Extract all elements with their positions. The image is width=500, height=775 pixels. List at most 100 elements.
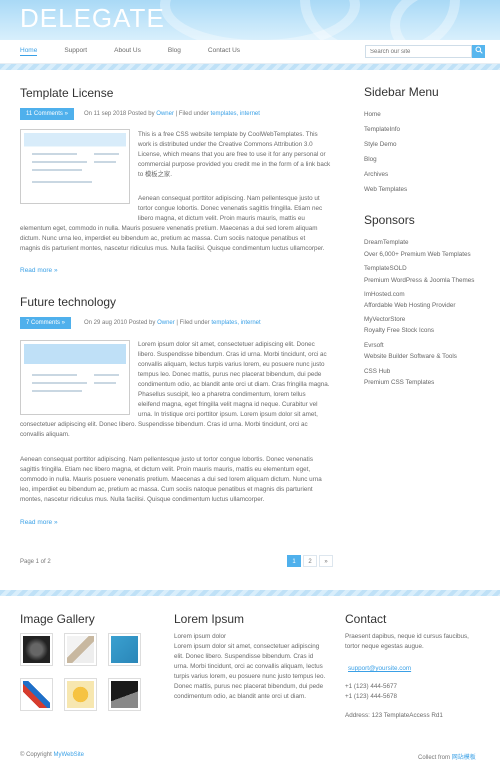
comments-button[interactable]: 7 Comments » bbox=[20, 317, 72, 329]
text-line: License, which means that you are free t… bbox=[138, 151, 326, 158]
text-line: magnis dis parturient montes, nascetur r… bbox=[20, 245, 325, 252]
phone-1: +1 (123) 444-5677 bbox=[345, 683, 397, 690]
post-intro-cont: consectetuer adipiscing elit. Donec libe… bbox=[20, 420, 360, 440]
collect-text: Collect from bbox=[418, 755, 451, 761]
post-intro: Lorem ipsum dolor sit amet, consectetuer… bbox=[138, 340, 358, 420]
sidebar-item-web-templates[interactable]: Web Templates bbox=[364, 186, 407, 193]
text-line: convallis aliquam, lectus turpis varius … bbox=[138, 361, 325, 368]
text-line: tortor neque egestas augue. bbox=[345, 643, 424, 650]
phone-2: +1 (123) 444-5678 bbox=[345, 693, 397, 700]
text-line: This is a free CSS website template by C… bbox=[138, 131, 318, 138]
gallery-image[interactable] bbox=[64, 678, 97, 711]
text-line: turpis varius lorem, eu posuere nunc jus… bbox=[174, 673, 326, 680]
post-thumbnail[interactable] bbox=[20, 129, 130, 204]
text-line: tempus leo. Donec mattis, purus nec plac… bbox=[138, 371, 322, 378]
post-body: Aenean consequat porttitor adipiscing. N… bbox=[20, 455, 360, 505]
category-links[interactable]: templates, internet bbox=[211, 111, 260, 117]
nav-about-us[interactable]: About Us bbox=[114, 47, 141, 56]
sidebar-item-style-demo[interactable]: Style Demo bbox=[364, 141, 397, 148]
sponsors-title: Sponsors bbox=[364, 213, 415, 227]
header-stripe bbox=[0, 64, 500, 70]
text-line: condimentum odio, ac blandit ante orci u… bbox=[174, 693, 306, 700]
gallery-image[interactable] bbox=[64, 633, 97, 666]
contact-title: Contact bbox=[345, 612, 387, 626]
text-line: eleifend magna, eget fringilla velit mag… bbox=[138, 401, 318, 408]
header-banner: DELEGATE bbox=[0, 0, 500, 40]
sponsor-link[interactable]: Evrsoft bbox=[364, 342, 384, 349]
filed-label: | Filed under bbox=[176, 320, 210, 326]
text-line: Phasellus suscipit, leo a pharetra condi… bbox=[138, 391, 306, 398]
sidebar-item-blog[interactable]: Blog bbox=[364, 156, 377, 163]
sponsor-link[interactable]: DreamTemplate bbox=[364, 239, 408, 246]
search-button[interactable] bbox=[472, 45, 485, 58]
sponsor-desc: Premium WordPress & Joomla Themes bbox=[364, 277, 475, 284]
email-link[interactable]: support@yoursite.com bbox=[348, 664, 411, 674]
text-line: sagittis fringilla. Etiam nec libero mag… bbox=[20, 466, 311, 473]
text-line: Donec mattis, purus nec placerat bibendu… bbox=[174, 683, 324, 690]
post-date: On 11 sep 2018 Posted by bbox=[84, 111, 155, 117]
sponsor-link[interactable]: MyVectorStore bbox=[364, 316, 405, 323]
lorem-title: Lorem Ipsum bbox=[174, 612, 245, 626]
text-line: Aenean consequat porttitor adipiscing. N… bbox=[138, 195, 320, 202]
read-more-link[interactable]: Read more » bbox=[20, 267, 58, 274]
text-line: dictum. Nunc urna leo, imperdiet eu bibe… bbox=[20, 235, 306, 242]
collect-link[interactable]: 网站模板 bbox=[452, 755, 476, 761]
copyright-link[interactable]: MyWebSite bbox=[53, 752, 84, 758]
sidebar-menu-title: Sidebar Menu bbox=[364, 85, 439, 99]
text-line: to 模板之家. bbox=[138, 171, 172, 178]
text-line: commercial purpose provided you credit m… bbox=[138, 161, 331, 168]
sponsor-link[interactable]: ImHosted.com bbox=[364, 291, 405, 298]
copyright-text: © Copyright bbox=[20, 752, 52, 758]
read-more-link[interactable]: Read more » bbox=[20, 519, 58, 526]
text-line: tortor congue lobortis. Donec venenatis … bbox=[138, 205, 323, 212]
text-line: elit. Donec libero. Suspendisse bibendum… bbox=[174, 653, 314, 660]
nav-blog[interactable]: Blog bbox=[168, 47, 181, 56]
gallery-image[interactable] bbox=[108, 678, 141, 711]
text-line: Aenean consequat porttitor adipiscing. N… bbox=[20, 456, 313, 463]
search-input[interactable] bbox=[365, 45, 472, 58]
sponsor-desc: Website Builder Software & Tools bbox=[364, 353, 457, 360]
author-link[interactable]: Owner bbox=[157, 320, 175, 326]
next-page-button[interactable]: » bbox=[319, 555, 333, 567]
contact-text: Praesent dapibus, neque id cursus faucib… bbox=[345, 632, 495, 652]
comments-button[interactable]: 11 Comments » bbox=[20, 108, 74, 120]
gallery-image[interactable] bbox=[20, 633, 53, 666]
sponsor-desc: Affordable Web Hosting Provider bbox=[364, 302, 456, 309]
sidebar-item-archives[interactable]: Archives bbox=[364, 171, 388, 178]
sponsor-desc: Royalty Free Stock Icons bbox=[364, 327, 434, 334]
post-thumbnail[interactable] bbox=[20, 340, 130, 415]
text-line: work is distributed under the Creative C… bbox=[138, 141, 313, 148]
author-link[interactable]: Owner bbox=[156, 111, 174, 117]
text-line: leo, imperdiet eu bibendum ac, pretium a… bbox=[20, 486, 313, 493]
copyright: © Copyright MyWebSite bbox=[20, 752, 84, 758]
text-line: condimentum odio, ac blandit ante orci u… bbox=[138, 381, 330, 388]
search-icon bbox=[475, 46, 483, 56]
page-2-button[interactable]: 2 bbox=[303, 555, 317, 567]
post-meta: On 29 aug 2010 Posted by Owner | Filed u… bbox=[84, 320, 261, 326]
collect-from: Collect from 网站模板 bbox=[418, 752, 476, 761]
page-1-button[interactable]: 1 bbox=[287, 555, 301, 567]
post-meta: On 11 sep 2018 Posted by Owner | Filed u… bbox=[84, 111, 260, 117]
post-intro: This is a free CSS website template by C… bbox=[138, 130, 358, 180]
sponsor-link[interactable]: TemplateSOLD bbox=[364, 265, 407, 272]
text-line: montes, nascetur ridiculus mus. Nulla fa… bbox=[20, 496, 265, 503]
post-date: On 29 aug 2010 Posted by bbox=[84, 320, 156, 326]
lorem-text: Lorem ipsum dolor Lorem ipsum dolor sit … bbox=[174, 632, 344, 702]
site-logo[interactable]: DELEGATE bbox=[20, 3, 165, 34]
text-line: libero magna, et dictum velit. Proin mau… bbox=[138, 215, 305, 222]
sidebar-item-home[interactable]: Home bbox=[364, 111, 381, 118]
post-title[interactable]: Future technology bbox=[20, 295, 116, 309]
main-nav: Home Support About Us Blog Contact Us bbox=[20, 47, 267, 56]
text-line: commodo in nulla. Mauris posuere venenat… bbox=[20, 476, 322, 483]
nav-contact-us[interactable]: Contact Us bbox=[208, 47, 240, 56]
text-line: elementum eget, commodo in nulla. Mauris… bbox=[20, 225, 318, 232]
category-links[interactable]: templates, internet bbox=[211, 320, 260, 326]
sponsor-link[interactable]: CSS Hub bbox=[364, 368, 390, 375]
sidebar-item-templateinfo[interactable]: TemplateInfo bbox=[364, 126, 400, 133]
gallery-image[interactable] bbox=[20, 678, 53, 711]
sponsor-desc: Premium CSS Templates bbox=[364, 379, 435, 386]
post-title[interactable]: Template License bbox=[20, 86, 113, 100]
nav-home[interactable]: Home bbox=[20, 47, 38, 56]
gallery-image[interactable] bbox=[108, 633, 141, 666]
nav-support[interactable]: Support bbox=[64, 47, 87, 56]
